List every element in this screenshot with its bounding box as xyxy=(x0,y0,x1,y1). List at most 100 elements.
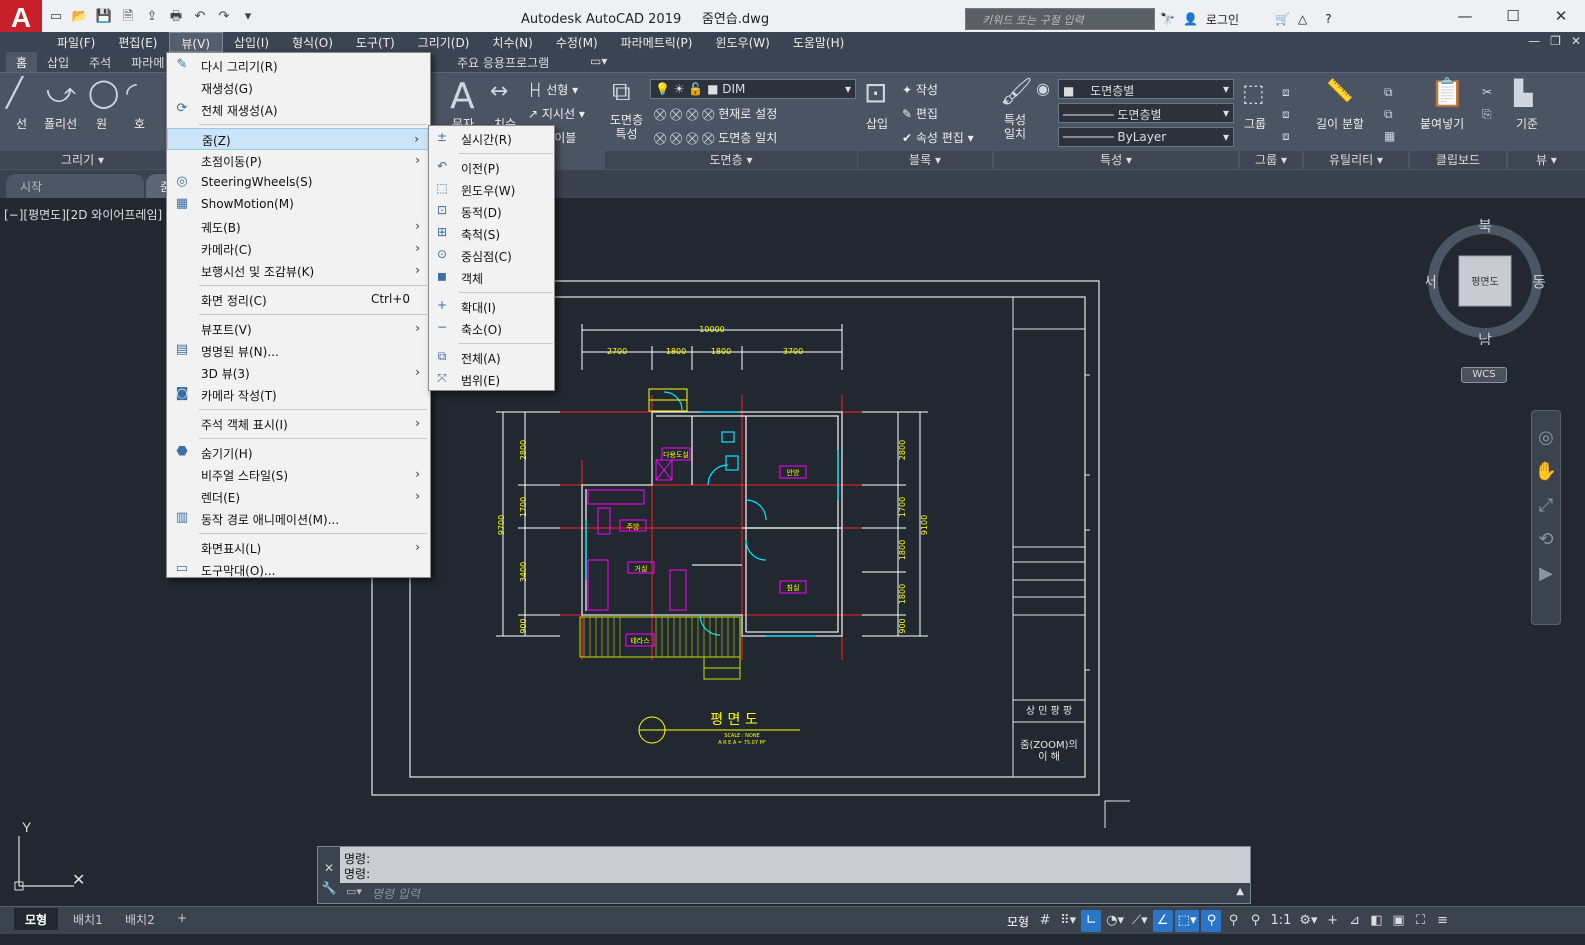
auto-scale-icon[interactable]: ⚲ xyxy=(1223,910,1243,932)
view-menu-item[interactable]: 비주얼 스타일(S) › xyxy=(167,464,430,486)
view-menu-item[interactable]: 줌(Z) › xyxy=(167,128,430,150)
match-layer-button[interactable]: 도면층 일치 xyxy=(718,131,777,145)
menu-window[interactable]: 윈도우(W) xyxy=(704,32,781,52)
view-menu-item[interactable]: 초점이동(P) › xyxy=(167,150,430,172)
tab-layout1[interactable]: 배치1 xyxy=(62,908,114,930)
app-menu-button[interactable]: A xyxy=(0,0,42,36)
menu-format[interactable]: 형식(O) xyxy=(281,32,345,52)
menu-modify[interactable]: 수정(M) xyxy=(545,32,610,52)
linetype-dropdown[interactable]: ─────── 도면층별 ▾ xyxy=(1058,103,1234,123)
customize-command-icon[interactable]: 🔧 xyxy=(318,881,340,895)
tab-start[interactable]: 시작 xyxy=(6,174,144,198)
layer-panel-title[interactable]: 도면층 ▾ xyxy=(605,151,857,169)
line-icon[interactable]: ╱ xyxy=(6,79,23,107)
showmotion-nav-icon[interactable]: ▶ xyxy=(1532,557,1560,591)
view-menu-item[interactable]: 궤도(B) › xyxy=(167,216,430,238)
qat-dropdown-icon[interactable]: ▾ xyxy=(238,6,258,28)
menu-dimension[interactable]: 치수(N) xyxy=(481,32,544,52)
exchange-icon[interactable]: △ xyxy=(1298,12,1307,26)
lineweight-dropdown[interactable]: ─────── ByLayer ▾ xyxy=(1058,127,1234,147)
annotation-scale-value[interactable]: 1:1 xyxy=(1267,910,1294,932)
polar-icon[interactable]: ◔▾ xyxy=(1103,910,1127,932)
snap-icon[interactable]: ⠿▾ xyxy=(1057,910,1079,932)
view-menu-item[interactable]: 뷰포트(V) › xyxy=(167,318,430,340)
tab-insert[interactable]: 삽입 xyxy=(37,52,79,72)
redo-icon[interactable]: ↷ xyxy=(214,6,234,28)
annotation-monitor-icon[interactable]: + xyxy=(1323,910,1343,932)
view-menu-item[interactable]: 3D 뷰(3) › xyxy=(167,362,430,384)
match-properties-icon[interactable]: 🖌 xyxy=(1000,79,1033,105)
circle-icon[interactable]: ◯ xyxy=(88,79,119,107)
view-menu-item[interactable]: ⟳ 전체 재생성(A) xyxy=(167,99,430,121)
add-layout-button[interactable]: + xyxy=(166,908,198,930)
zoom-menu-item[interactable]: ⬚ 윈도우(W) xyxy=(429,179,554,201)
zoom-menu-item[interactable]: ⊙ 중심점(C) xyxy=(429,245,554,267)
view-menu-item[interactable]: 카메라(C) › xyxy=(167,238,430,260)
layer-dropdown[interactable]: 💡 ☀ 🔓 ■ DIM ▾ xyxy=(650,79,856,99)
color-dropdown[interactable]: ■ 도면층별 ▾ xyxy=(1058,79,1234,99)
layer-properties-button[interactable]: 도면층 특성 xyxy=(610,113,643,141)
zoom-menu-item[interactable]: ⧉ 전체(A) xyxy=(429,347,554,369)
viewcube[interactable]: 평면도 북 남 동 서 xyxy=(1426,215,1546,345)
zoom-menu-item[interactable]: ⊞ 축척(S) xyxy=(429,223,554,245)
zoom-menu-item[interactable]: ⊡ 동적(D) xyxy=(429,201,554,223)
cart-icon[interactable]: 🛒 xyxy=(1275,12,1290,26)
utility-panel-title[interactable]: 유틸리티 ▾ xyxy=(1304,151,1408,169)
draw-panel-title[interactable]: 그리기 ▾ xyxy=(0,151,165,169)
color-wheel-icon[interactable]: ◉ xyxy=(1036,81,1050,97)
polyline-icon[interactable]: ⤻ xyxy=(46,79,76,107)
measure-icon[interactable]: 📏 xyxy=(1326,81,1353,103)
view-menu-item[interactable]: 화면표시(L) › xyxy=(167,537,430,559)
base-view-button[interactable]: 기준 xyxy=(1516,115,1538,132)
view-menu-item[interactable]: 주석 객체 표시(I) › xyxy=(167,413,430,435)
layer-properties-icon[interactable]: ⧉ xyxy=(612,79,631,105)
tab-layout2[interactable]: 배치2 xyxy=(114,908,166,930)
undo-icon[interactable]: ↶ xyxy=(190,6,210,28)
full-navigation-wheel-icon[interactable]: ◎ xyxy=(1532,421,1560,455)
command-prompt-icon[interactable]: ▭▾ xyxy=(346,885,362,898)
view-menu-item[interactable]: ✎ 다시 그리기(R) xyxy=(167,55,430,77)
close-icon[interactable]: ✕ xyxy=(1537,0,1585,32)
view-menu-item[interactable]: ◎ SteeringWheels(S) xyxy=(167,172,430,194)
make-current-button[interactable]: 현재로 설정 xyxy=(718,107,777,121)
zoom-menu-item[interactable]: − 축소(O) xyxy=(429,318,554,340)
match-properties-button[interactable]: 특성 일치 xyxy=(1004,113,1026,141)
viewcube-west[interactable]: 서 xyxy=(1426,273,1437,291)
dimension-icon[interactable]: ↔ xyxy=(490,81,508,103)
view-menu-item[interactable]: 재생성(G) xyxy=(167,77,430,99)
paste-button[interactable]: 붙여넣기 xyxy=(1420,115,1464,132)
tab-annotate[interactable]: 주석 xyxy=(79,52,121,72)
leader-button[interactable]: ↗ 지시선 ▾ xyxy=(528,105,585,122)
minimize-icon[interactable]: — xyxy=(1441,0,1489,32)
save-as-icon[interactable]: 🗎 xyxy=(118,6,138,28)
help-icon[interactable]: ? xyxy=(1325,12,1331,26)
zoom-menu-item[interactable]: ± 실시간(R) xyxy=(429,128,554,150)
zoom-menu-item[interactable]: + 확대(I) xyxy=(429,296,554,318)
tab-featured-apps[interactable]: 주요 응용프로그램 xyxy=(447,52,559,73)
user-icon[interactable]: 👤 xyxy=(1183,12,1198,26)
save-icon[interactable]: 💾 xyxy=(94,6,114,28)
base-view-icon[interactable]: ▙ xyxy=(1514,81,1532,105)
tab-home[interactable]: 홈 xyxy=(6,52,38,72)
view-menu-item[interactable]: 렌더(E) › xyxy=(167,486,430,508)
wcs-menu-button[interactable]: WCS xyxy=(1461,367,1507,383)
measure-button[interactable]: 길이 분할 xyxy=(1316,115,1364,132)
mdi-minimize-icon[interactable]: — xyxy=(1528,34,1540,48)
arc-icon[interactable]: ◜ xyxy=(126,79,137,107)
orbit-icon[interactable]: ⟲ xyxy=(1532,523,1560,557)
view-menu-item[interactable]: ◙ 카메라 작성(T) xyxy=(167,384,430,406)
hardware-accel-icon[interactable]: ▣ xyxy=(1389,910,1409,932)
tab-model[interactable]: 모형 xyxy=(14,908,59,930)
zoom-extents-nav-icon[interactable]: ⤢ xyxy=(1532,489,1560,523)
view-menu-item[interactable]: ▭ 도구막대(O)... xyxy=(167,559,430,581)
menu-file[interactable]: 파일(F) xyxy=(46,32,107,52)
binoculars-icon[interactable]: 🔭 xyxy=(1160,12,1175,26)
menu-parametric[interactable]: 파라메트릭(P) xyxy=(610,32,705,52)
insert-block-button[interactable]: 삽입 xyxy=(866,115,888,132)
view-menu-item[interactable]: ▥ 동작 경로 애니메이션(M)... xyxy=(167,508,430,530)
edit-block-button[interactable]: ✎ 편집 xyxy=(902,105,938,122)
zoom-menu-item[interactable]: ↶ 이전(P) xyxy=(429,157,554,179)
linear-dim-button[interactable]: ├┤ 선형 ▾ xyxy=(528,81,578,98)
menu-draw[interactable]: 그리기(D) xyxy=(407,32,482,52)
insert-block-icon[interactable]: ⊡ xyxy=(864,79,887,107)
